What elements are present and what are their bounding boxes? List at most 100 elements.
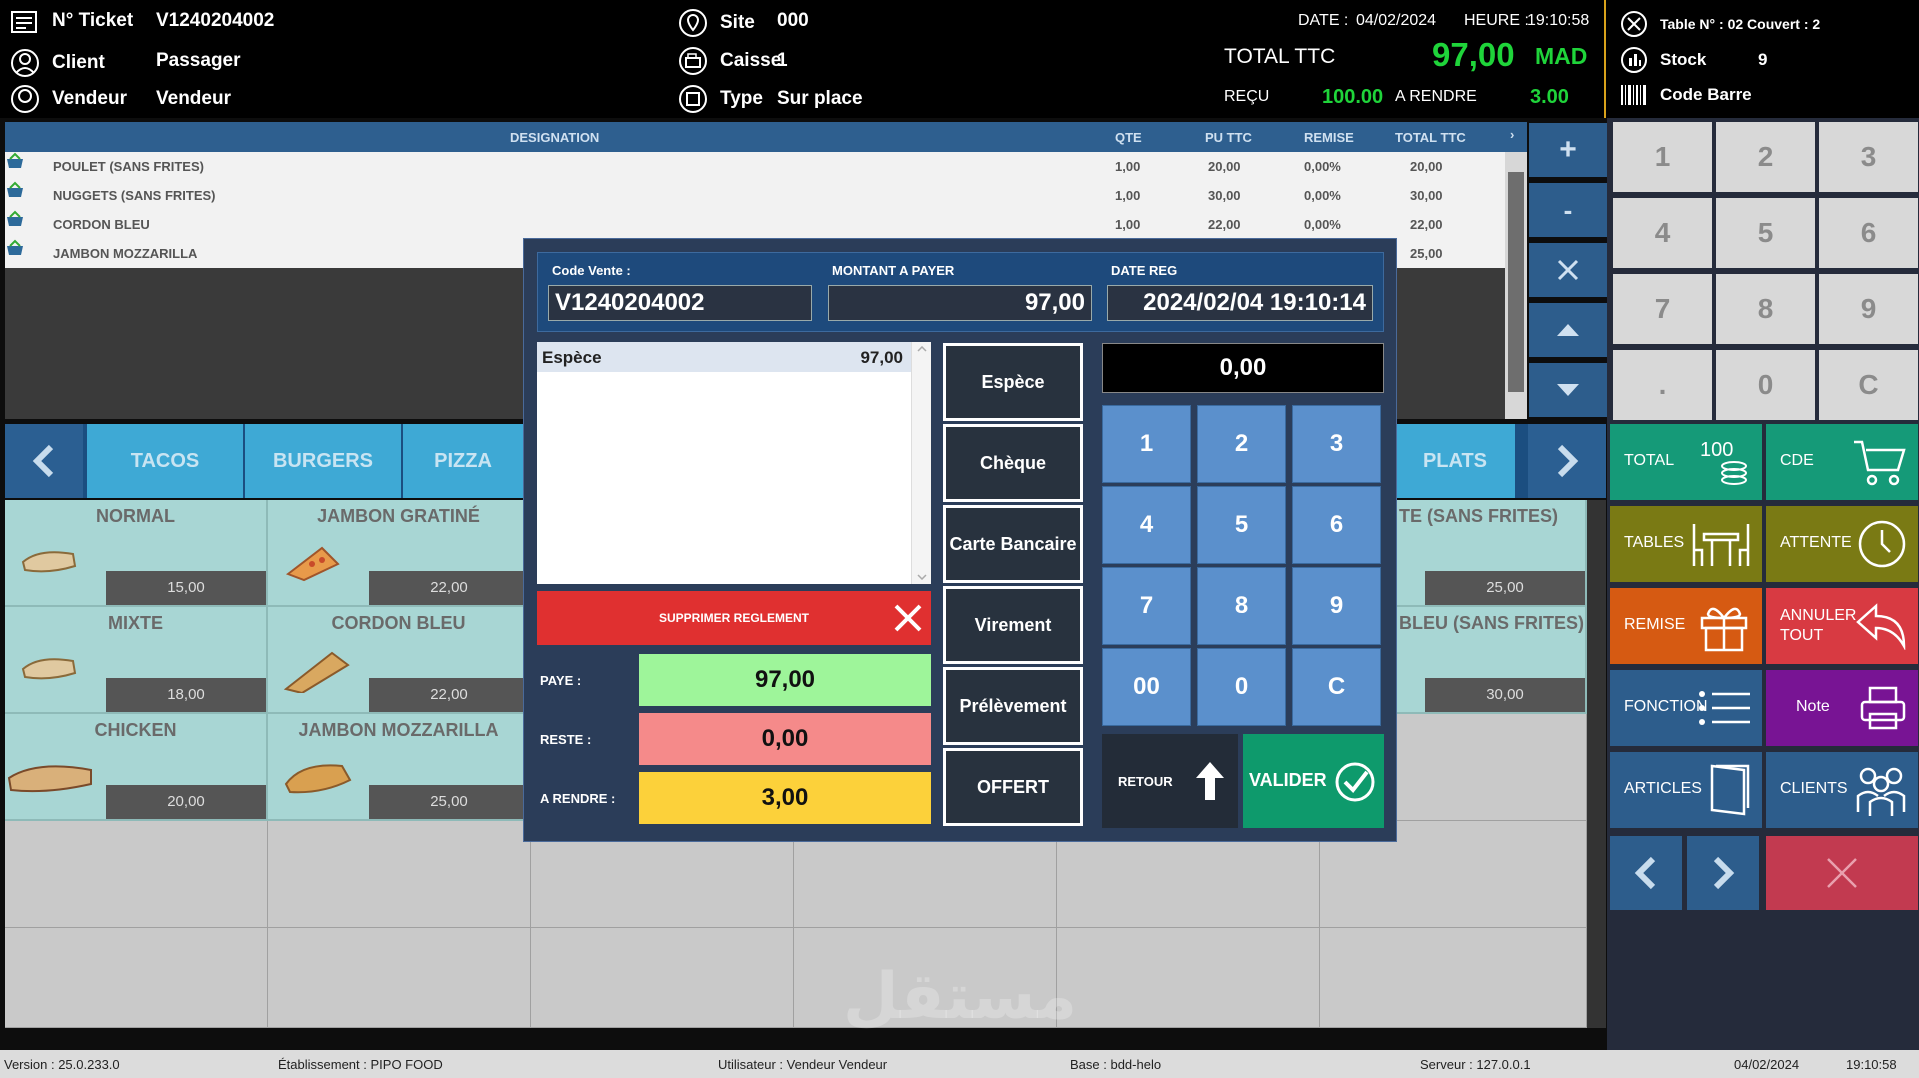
numpad-key-4[interactable]: 4: [1102, 486, 1191, 564]
page-next-button[interactable]: [1687, 836, 1759, 910]
recu-value: 100.00: [1322, 86, 1384, 108]
list-icon: [1699, 691, 1750, 725]
product-price: 25,00: [369, 785, 529, 819]
articles-button[interactable]: ARTICLES: [1610, 752, 1762, 828]
mode-offert-button[interactable]: OFFERT: [943, 748, 1083, 826]
barcode-label: Code Barre: [1660, 85, 1752, 104]
chevron-down-icon: [917, 574, 927, 580]
category-next-button[interactable]: [1528, 424, 1606, 498]
keypad-key-1[interactable]: 1: [1613, 122, 1712, 192]
keypad-key-3[interactable]: 3: [1819, 122, 1918, 192]
table-row[interactable]: NUGGETS (SANS FRITES) 1,00 30,00 0,00% 3…: [5, 181, 1505, 210]
grid-scrollbar[interactable]: [1587, 500, 1606, 1028]
move-up-button[interactable]: [1529, 303, 1607, 357]
right-panel: 1 2 3 4 5 6 7 8 9 . 0 C TOTAL 100 CDE TA…: [1607, 118, 1919, 1050]
order-scrollbar[interactable]: [1505, 152, 1527, 419]
mode-carte-button[interactable]: Carte Bancaire: [943, 505, 1083, 583]
keypad-key-5[interactable]: 5: [1716, 198, 1815, 268]
product-tile[interactable]: NORMAL 15,00: [5, 500, 268, 607]
product-tile[interactable]: MIXTE 18,00: [5, 607, 268, 714]
tables-label: TABLES: [1624, 534, 1685, 551]
product-price: 25,00: [1425, 571, 1585, 605]
expand-icon[interactable]: ›: [1510, 127, 1514, 142]
delete-payment-button[interactable]: SUPPRIMER REGLEMENT: [537, 591, 931, 645]
page-prev-button[interactable]: [1610, 836, 1682, 910]
category-tacos[interactable]: TACOS: [87, 424, 243, 498]
category-pizza[interactable]: PIZZA: [403, 424, 523, 498]
type-row[interactable]: Type: [678, 84, 763, 114]
stock-row[interactable]: Stock: [1620, 46, 1706, 74]
keypad-key-clear[interactable]: C: [1819, 350, 1918, 420]
cde-button[interactable]: CDE: [1766, 424, 1918, 500]
mode-espece-button[interactable]: Espèce: [943, 343, 1083, 421]
close-icon: [894, 604, 922, 632]
payment-list-scrollbar[interactable]: [911, 342, 931, 584]
keypad-key-2[interactable]: 2: [1716, 122, 1815, 192]
table-info-row[interactable]: Table N° : 02 Couvert : 2: [1620, 10, 1820, 38]
attente-button[interactable]: ATTENTE: [1766, 506, 1918, 582]
date-value: 04/02/2024: [1356, 12, 1437, 29]
clients-button[interactable]: CLIENTS: [1766, 752, 1918, 828]
vendeur-label: Vendeur: [52, 88, 127, 109]
food-image-icon: [21, 658, 77, 680]
increase-qty-button[interactable]: +: [1529, 123, 1607, 177]
annuler-tout-button[interactable]: ANNULER TOUT: [1766, 588, 1918, 664]
check-circle-icon: [1335, 762, 1375, 802]
keypad-key-8[interactable]: 8: [1716, 274, 1815, 344]
mode-virement-button[interactable]: Virement: [943, 586, 1083, 664]
product-tile[interactable]: JAMBON MOZZARILLA 25,00: [268, 714, 531, 821]
numpad-key-6[interactable]: 6: [1292, 486, 1381, 564]
numpad-key-9[interactable]: 9: [1292, 567, 1381, 645]
close-app-button[interactable]: [1766, 836, 1918, 910]
category-plats[interactable]: PLATS: [1395, 424, 1515, 498]
remise-button[interactable]: REMISE: [1610, 588, 1762, 664]
basket-icon: [7, 181, 23, 197]
keypad-key-6[interactable]: 6: [1819, 198, 1918, 268]
tables-button[interactable]: TABLES: [1610, 506, 1762, 582]
category-prev-button[interactable]: [5, 424, 83, 498]
amount-input[interactable]: 0,00: [1102, 343, 1384, 393]
numpad-key-clear[interactable]: C: [1292, 648, 1381, 726]
product-name: CHICKEN: [94, 720, 177, 740]
scroll-thumb[interactable]: [1508, 172, 1524, 392]
barcode-row[interactable]: Code Barre: [1620, 84, 1752, 106]
keypad-key-dot[interactable]: .: [1613, 350, 1712, 420]
keypad-key-9[interactable]: 9: [1819, 274, 1918, 344]
total-button[interactable]: TOTAL 100: [1610, 424, 1762, 500]
table-service-icon: [1621, 11, 1647, 37]
product-tile[interactable]: JAMBON GRATINÉ 22,00: [268, 500, 531, 607]
numpad-key-2[interactable]: 2: [1197, 405, 1286, 483]
delete-line-button[interactable]: [1529, 243, 1607, 297]
vendeur-row[interactable]: Vendeur: [10, 84, 127, 114]
note-label: Note: [1796, 698, 1830, 715]
numpad-key-8[interactable]: 8: [1197, 567, 1286, 645]
numpad-key-1[interactable]: 1: [1102, 405, 1191, 483]
mode-prelevement-button[interactable]: Prélèvement: [943, 667, 1083, 745]
client-row[interactable]: Client: [10, 48, 105, 78]
note-button[interactable]: Note: [1766, 670, 1918, 746]
table-row[interactable]: POULET (SANS FRITES) 1,00 20,00 0,00% 20…: [5, 152, 1505, 181]
keypad-key-7[interactable]: 7: [1613, 274, 1712, 344]
table-row[interactable]: CORDON BLEU 1,00 22,00 0,00% 22,00: [5, 210, 1505, 239]
product-tile[interactable]: CHICKEN 20,00: [5, 714, 268, 821]
move-down-button[interactable]: [1529, 363, 1607, 417]
valider-button[interactable]: VALIDER: [1243, 734, 1384, 828]
heure-value: 19:10:58: [1527, 12, 1590, 29]
numpad-key-5[interactable]: 5: [1197, 486, 1286, 564]
decrease-qty-button[interactable]: -: [1529, 183, 1607, 237]
numpad-key-3[interactable]: 3: [1292, 405, 1381, 483]
keypad-key-4[interactable]: 4: [1613, 198, 1712, 268]
location-icon: [679, 9, 707, 37]
mode-cheque-button[interactable]: Chèque: [943, 424, 1083, 502]
numpad-key-00[interactable]: 00: [1102, 648, 1191, 726]
keypad-key-0[interactable]: 0: [1716, 350, 1815, 420]
type-value: Sur place: [777, 88, 863, 109]
numpad-key-0[interactable]: 0: [1197, 648, 1286, 726]
stock-value: 9: [1758, 50, 1768, 69]
fonction-button[interactable]: FONCTION: [1610, 670, 1762, 746]
numpad-key-7[interactable]: 7: [1102, 567, 1191, 645]
product-tile[interactable]: CORDON BLEU 22,00: [268, 607, 531, 714]
list-item[interactable]: Espèce 97,00: [537, 342, 911, 372]
category-burgers[interactable]: BURGERS: [245, 424, 401, 498]
retour-button[interactable]: RETOUR: [1102, 734, 1238, 828]
